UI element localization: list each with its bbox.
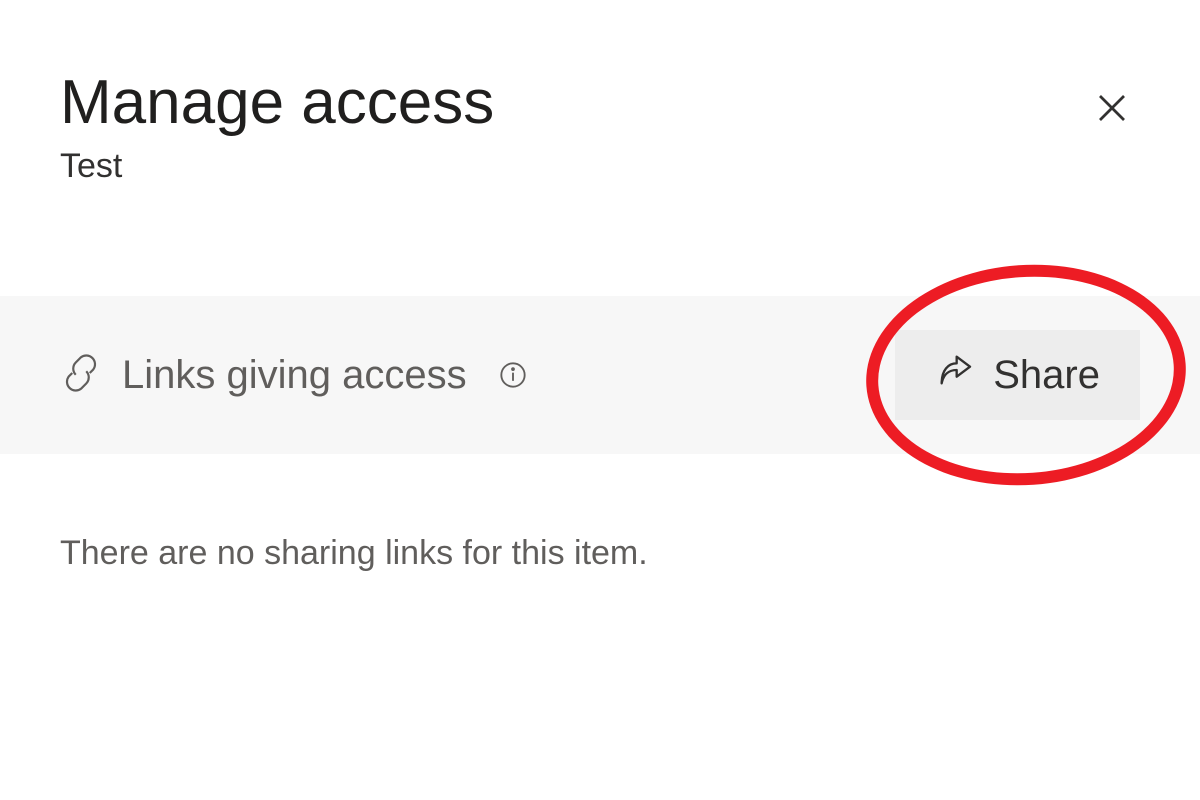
- links-section-title: Links giving access: [122, 353, 467, 398]
- link-icon: [60, 352, 102, 399]
- links-section-bar: Links giving access Share: [0, 296, 1200, 454]
- links-section-left: Links giving access: [60, 352, 527, 399]
- manage-access-panel: Manage access Test Links giving access: [0, 0, 1200, 573]
- panel-header: Manage access Test: [0, 0, 1200, 226]
- title-block: Manage access Test: [60, 70, 494, 186]
- share-button-label: Share: [993, 353, 1100, 398]
- close-button[interactable]: [1084, 80, 1140, 139]
- info-icon[interactable]: [499, 361, 527, 389]
- panel-subtitle: Test: [60, 147, 494, 186]
- close-icon: [1094, 114, 1130, 129]
- empty-state-message: There are no sharing links for this item…: [0, 454, 1200, 573]
- panel-title: Manage access: [60, 70, 494, 135]
- share-button[interactable]: Share: [895, 330, 1140, 420]
- share-arrow-icon: [935, 350, 975, 400]
